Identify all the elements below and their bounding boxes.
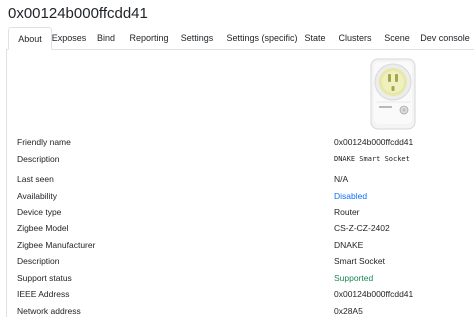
zigbee-model-label: Zigbee Model: [17, 223, 69, 233]
device-type-value: Router: [334, 207, 360, 217]
last-seen-label: Last seen: [17, 174, 54, 184]
zigbee-model-value: CS-Z-CZ-2402: [334, 223, 390, 233]
description-value[interactable]: DNAKE Smart Socket: [334, 151, 410, 167]
detail-row-zigbee-model: Zigbee Model CS-Z-CZ-2402: [17, 220, 457, 236]
support-status-value: Supported: [334, 273, 374, 283]
detail-row-network-address: Network address 0x28A5: [17, 303, 457, 317]
ieee-address-value: 0x00124b000ffcdd41: [334, 289, 414, 299]
device-tabs: About Exposes Bind Reporting Settings Se…: [6, 27, 474, 50]
zigbee-manufacturer-label: Zigbee Manufacturer: [17, 240, 96, 250]
detail-row-ieee-address: IEEE Address 0x00124b000ffcdd41: [17, 286, 457, 302]
zigbee-manufacturer-value: DNAKE: [334, 240, 364, 250]
detail-row-device-type: Device type Router: [17, 204, 457, 220]
tab-exposes[interactable]: Exposes: [50, 27, 88, 49]
availability-link[interactable]: Disabled: [334, 188, 367, 204]
tab-clusters[interactable]: Clusters: [337, 27, 373, 49]
detail-row-last-seen: Last seen N/A: [17, 171, 457, 187]
definition-description-label: Description: [17, 256, 60, 266]
network-address-value: 0x28A5: [334, 306, 363, 316]
friendly-name-label: Friendly name: [17, 137, 71, 147]
detail-row-friendly-name: Friendly name 0x00124b000ffcdd41: [17, 134, 457, 150]
last-seen-value: N/A: [334, 174, 349, 184]
tab-bind[interactable]: Bind: [95, 27, 117, 49]
device-type-label: Device type: [17, 207, 62, 217]
support-status-label: Support status: [17, 273, 72, 283]
tab-reporting[interactable]: Reporting: [128, 27, 170, 49]
device-page: 0x00124b000ffcdd41 About Exposes Bind Re…: [0, 0, 474, 317]
detail-row-description: Description DNAKE Smart Socket: [17, 151, 457, 167]
tab-settings[interactable]: Settings: [178, 27, 216, 49]
tab-about[interactable]: About: [8, 27, 52, 50]
device-title: 0x00124b000ffcdd41: [8, 5, 148, 22]
tab-state[interactable]: State: [304, 27, 326, 49]
tab-settings-specific[interactable]: Settings (specific): [224, 27, 300, 49]
detail-row-zigbee-manufacturer: Zigbee Manufacturer DNAKE: [17, 237, 457, 253]
smart-socket-image: [370, 58, 416, 130]
description-label: Description: [17, 154, 60, 164]
tab-dev-console[interactable]: Dev console: [420, 27, 470, 49]
definition-description-value: Smart Socket: [334, 256, 386, 266]
detail-row-availability: Availability Disabled: [17, 188, 457, 204]
friendly-name-value[interactable]: 0x00124b000ffcdd41: [334, 134, 413, 150]
detail-row-support-status: Support status Supported: [17, 270, 457, 286]
tab-scene[interactable]: Scene: [384, 27, 410, 49]
availability-label: Availability: [17, 191, 58, 201]
detail-row-definition-description: Description Smart Socket: [17, 253, 457, 269]
network-address-label: Network address: [17, 306, 81, 316]
ieee-address-label: IEEE Address: [17, 289, 70, 299]
